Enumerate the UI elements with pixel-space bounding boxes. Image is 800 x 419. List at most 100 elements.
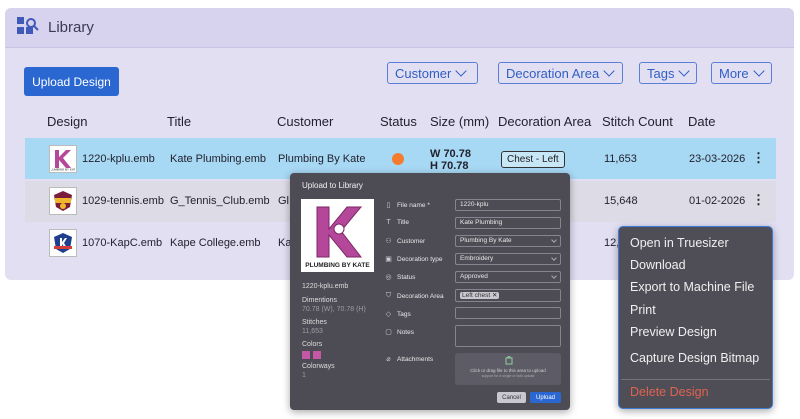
attachments-label: ⌀ Attachments xyxy=(385,355,433,364)
decoration-area-label: ⛉ Decoration Area xyxy=(385,292,444,300)
note-icon: ▢ xyxy=(385,329,392,336)
title-input[interactable]: Kate Plumbing xyxy=(455,217,561,229)
select-value: Plumbing By Kate xyxy=(460,237,512,244)
menu-item-open-in-truesizer[interactable]: Open in Truesizer xyxy=(630,236,729,250)
design-customer: Plumbing By Kate xyxy=(278,153,366,165)
customer-filter[interactable]: Customer xyxy=(387,62,478,84)
decoration-area-filter[interactable]: Decoration Area xyxy=(498,62,623,84)
design-title: Kape College.emb xyxy=(170,237,261,249)
column-header-customer[interactable]: Customer xyxy=(277,114,333,129)
upload-design-button[interactable]: Upload Design xyxy=(24,67,119,96)
cancel-button[interactable]: Cancel xyxy=(497,392,526,403)
dropzone-text: Click or drag file to this area to uploa… xyxy=(470,368,546,373)
chevron-down-icon xyxy=(752,65,765,77)
menu-item-print[interactable]: Print xyxy=(630,303,656,317)
column-header-date[interactable]: Date xyxy=(688,114,715,129)
design-title: Kate Plumbing.emb xyxy=(170,153,266,165)
status-label: ◎ Status xyxy=(385,273,416,282)
dimensions-value: 70.78 (W), 70.78 (H) xyxy=(302,306,366,313)
design-thumbnail: PLUMBING BY KATE xyxy=(49,145,77,173)
chevron-down-icon xyxy=(551,255,557,261)
shirt-icon: ⛉ xyxy=(385,292,392,299)
column-header-size[interactable]: Size (mm) xyxy=(430,114,489,129)
status-indicator xyxy=(392,153,404,165)
tag-icon: ◇ xyxy=(385,311,392,318)
field-label: Customer xyxy=(397,237,426,245)
design-preview: PLUMBING BY KATE xyxy=(301,199,374,272)
decoration-type-select[interactable]: Embroidery xyxy=(455,253,561,265)
menu-item-delete-design[interactable]: Delete Design xyxy=(630,385,709,399)
row-menu-icon[interactable]: ⋮ xyxy=(752,192,765,208)
file-icon: ▯ xyxy=(386,202,391,209)
column-header-decoration-area[interactable]: Decoration Area xyxy=(498,114,591,129)
colorways-label: Colorways xyxy=(302,363,335,370)
notes-label: ▢ Notes xyxy=(385,328,414,337)
image-icon: ▣ xyxy=(385,256,392,263)
menu-item-preview-design[interactable]: Preview Design xyxy=(630,325,717,339)
column-header-stitch-count[interactable]: Stitch Count xyxy=(602,114,673,129)
notes-textarea[interactable] xyxy=(455,325,561,347)
preview-caption: PLUMBING BY KATE xyxy=(305,262,370,269)
chevron-down-icon xyxy=(455,65,468,77)
colors-label: Colors xyxy=(302,341,323,348)
color-swatch xyxy=(302,351,310,359)
design-thumbnail xyxy=(49,187,77,215)
field-label: Status xyxy=(397,273,416,281)
design-filename: 1220-kplu.emb xyxy=(82,153,155,165)
field-label: Decoration Area xyxy=(397,292,444,300)
menu-item-capture-design-bitmap[interactable]: Capture Design Bitmap xyxy=(630,351,759,365)
close-icon[interactable]: ✕ xyxy=(492,292,497,299)
design-date: 01-02-2026 xyxy=(689,195,746,207)
select-value: Embroidery xyxy=(460,255,494,262)
status-select[interactable]: Approved xyxy=(455,271,561,283)
menu-item-export-to-machine-file[interactable]: Export to Machine File xyxy=(630,280,754,294)
status-icon: ◎ xyxy=(385,274,392,281)
column-header-status[interactable]: Status xyxy=(380,114,417,129)
chevron-down-icon xyxy=(551,273,557,279)
dialog-filename: 1220-kplu.emb xyxy=(302,283,349,290)
stitch-count: 11,653 xyxy=(604,153,637,165)
library-header xyxy=(5,8,794,48)
design-date: 23-03-2026 xyxy=(689,153,746,165)
tags-input[interactable] xyxy=(455,307,561,319)
tags-filter[interactable]: Tags xyxy=(639,62,697,84)
row-context-menu: Open in Truesizer Download Export to Mac… xyxy=(618,226,773,409)
file-name-label: ▯ File name * xyxy=(385,201,430,210)
filter-label: Customer xyxy=(395,65,452,81)
file-name-input[interactable]: 1220-kplu xyxy=(455,199,561,211)
design-filename: 1070-KapC.emb xyxy=(82,237,163,249)
tag-label: Left chest xyxy=(462,292,491,299)
users-icon: ⚇ xyxy=(385,238,392,245)
field-label: Tags xyxy=(397,310,411,318)
column-header-title[interactable]: Title xyxy=(167,114,191,129)
size-height: H 70.78 xyxy=(430,160,469,172)
stitch-count: 15,648 xyxy=(604,195,638,207)
chevron-down-icon xyxy=(678,65,691,77)
more-filter[interactable]: More xyxy=(711,62,772,84)
field-label: Decoration type xyxy=(397,255,443,263)
colorways-value: 1 xyxy=(302,372,306,379)
decoration-area-tag: Left chest ✕ xyxy=(460,292,500,299)
svg-text:PLUMBING BY KATE: PLUMBING BY KATE xyxy=(51,168,75,172)
design-title: G_Tennis_Club.emb xyxy=(170,195,270,207)
upload-icon xyxy=(505,356,513,365)
customer-select[interactable]: Plumbing By Kate xyxy=(455,235,561,247)
tags-label: ◇ Tags xyxy=(385,310,411,319)
menu-divider xyxy=(621,379,770,380)
size-width: W 70.78 xyxy=(430,148,471,160)
row-menu-icon[interactable]: ⋮ xyxy=(752,150,765,166)
dropzone-subtext: support for a single or bulk upload xyxy=(481,374,535,378)
design-filename: 1029-tennis.emb xyxy=(82,195,164,207)
decoration-area-input[interactable]: Left chest ✕ xyxy=(455,289,561,302)
attachments-dropzone[interactable]: Click or drag file to this area to uploa… xyxy=(455,353,561,385)
text-icon: T xyxy=(386,219,391,226)
menu-item-download[interactable]: Download xyxy=(630,258,686,272)
column-header-design[interactable]: Design xyxy=(47,114,87,129)
library-icon xyxy=(17,17,39,34)
color-swatch xyxy=(313,351,321,359)
decoration-type-label: ▣ Decoration type xyxy=(385,255,443,264)
stitches-value: 11,653 xyxy=(302,328,323,335)
upload-button[interactable]: Upload xyxy=(530,392,561,403)
filter-label: Tags xyxy=(647,65,675,81)
design-customer: Gl xyxy=(278,195,289,207)
